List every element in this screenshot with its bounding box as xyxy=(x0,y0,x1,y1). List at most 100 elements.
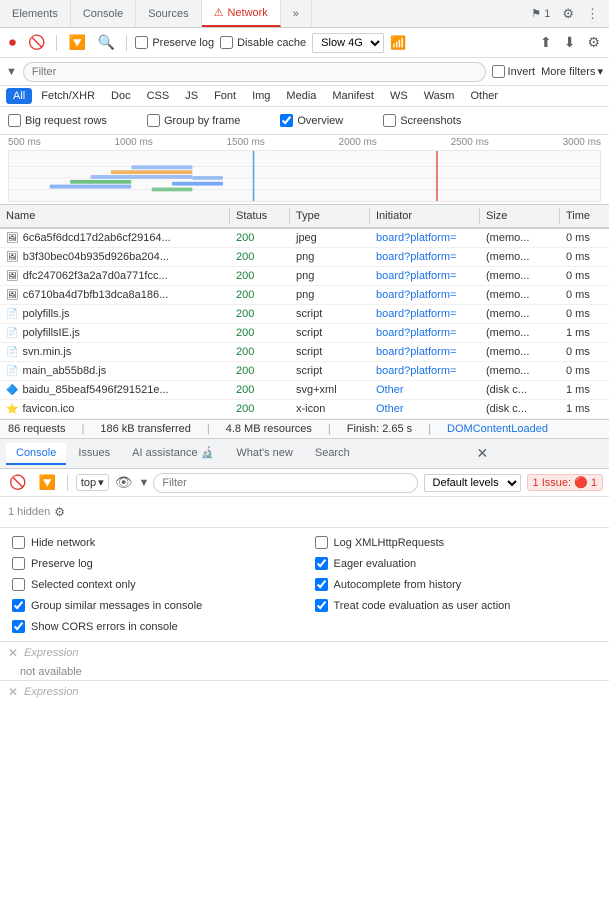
table-row[interactable]: ⭐ favicon.ico 200 x-icon Other (disk c..… xyxy=(0,400,609,419)
group-by-frame-checkbox[interactable] xyxy=(147,114,160,127)
overview-checkbox[interactable] xyxy=(280,114,293,127)
tab-elements[interactable]: Elements xyxy=(0,0,71,27)
col-status[interactable]: Status xyxy=(230,208,290,224)
filter-tab-img[interactable]: Img xyxy=(245,88,277,104)
record-button[interactable]: ⏺ xyxy=(6,32,19,53)
invert-checkbox[interactable] xyxy=(492,65,505,78)
setting-checkbox-8[interactable] xyxy=(12,620,25,633)
bottom-tab-issues[interactable]: Issues xyxy=(68,443,120,465)
big-request-rows-option[interactable]: Big request rows xyxy=(8,114,107,127)
tab-console[interactable]: Console xyxy=(71,0,136,27)
setting-checkbox-6[interactable] xyxy=(12,599,25,612)
table-row[interactable]: 🔷 baidu_85beaf5496f291521e... 200 svg+xm… xyxy=(0,381,609,400)
settings-icon[interactable]: ⚙ xyxy=(558,4,578,24)
levels-select[interactable]: Default levels xyxy=(424,474,521,492)
filter-tab-ws[interactable]: WS xyxy=(383,88,415,104)
table-row[interactable]: 📄 polyfillsIE.js 200 script board?platfo… xyxy=(0,324,609,343)
table-row[interactable]: 🖼 b3f30bec04b935d926ba204... 200 png boa… xyxy=(0,248,609,267)
bottom-tab-console[interactable]: Console xyxy=(6,443,66,465)
setting-item-1[interactable]: Log XMLHttpRequests xyxy=(315,534,598,551)
bottom-tab-ai-assistance-🔬[interactable]: AI assistance 🔬 xyxy=(122,442,224,465)
cell-status: 200 xyxy=(230,305,290,323)
col-size[interactable]: Size xyxy=(480,208,560,224)
setting-checkbox-5[interactable] xyxy=(315,578,328,591)
cell-time: 1 ms xyxy=(560,324,609,342)
screenshots-option[interactable]: Screenshots xyxy=(383,114,461,127)
filter-tab-media[interactable]: Media xyxy=(279,88,323,104)
setting-item-0[interactable]: Hide network xyxy=(12,534,295,551)
table-row[interactable]: 🖼 6c6a5f6dcd17d2ab6cf29164... 200 jpeg b… xyxy=(0,229,609,248)
group-by-frame-option[interactable]: Group by frame xyxy=(147,114,240,127)
download-button[interactable]: ⬇ xyxy=(561,32,579,53)
context-select[interactable]: top ▾ xyxy=(76,474,109,491)
console-filter-input[interactable] xyxy=(153,473,417,493)
network-settings-button[interactable]: ⚙ xyxy=(584,32,603,53)
filter-icon-btn[interactable]: 🔽 xyxy=(65,32,88,53)
col-initiator[interactable]: Initiator xyxy=(370,208,480,224)
setting-item-8[interactable]: Show CORS errors in console xyxy=(12,618,295,635)
filter-input[interactable] xyxy=(23,62,486,82)
time-label: 500 ms xyxy=(8,137,41,148)
bottom-tab-search[interactable]: Search xyxy=(305,443,360,465)
filter-tab-all[interactable]: All xyxy=(6,88,32,104)
close-panel-button[interactable]: ✕ xyxy=(362,443,603,464)
notification-icon[interactable]: ⚑ 1 xyxy=(527,5,554,22)
disable-cache-label[interactable]: Disable cache xyxy=(220,36,306,49)
setting-checkbox-1[interactable] xyxy=(315,536,328,549)
search-button[interactable]: 🔍 xyxy=(95,32,118,53)
more-options-icon[interactable]: ⋮ xyxy=(582,4,603,24)
overview-chart[interactable]: 500 ms1000 ms1500 ms2000 ms2500 ms3000 m… xyxy=(0,135,609,205)
table-row[interactable]: 📄 svn.min.js 200 script board?platform= … xyxy=(0,343,609,362)
tab-sources[interactable]: Sources xyxy=(136,0,201,27)
col-type[interactable]: Type xyxy=(290,208,370,224)
preserve-log-checkbox[interactable] xyxy=(135,36,148,49)
setting-checkbox-3[interactable] xyxy=(315,557,328,570)
filter-tab-fetch/xhr[interactable]: Fetch/XHR xyxy=(34,88,102,104)
cell-time: 0 ms xyxy=(560,286,609,304)
setting-item-5[interactable]: Autocomplete from history xyxy=(315,576,598,593)
col-time[interactable]: Time xyxy=(560,208,609,224)
upload-button[interactable]: ⬆ xyxy=(537,32,555,53)
clear-console-button[interactable]: 🚫 xyxy=(6,472,29,493)
filter-tab-js[interactable]: JS xyxy=(178,88,205,104)
setting-item-4[interactable]: Selected context only xyxy=(12,576,295,593)
setting-item-6[interactable]: Group similar messages in console xyxy=(12,597,295,614)
setting-checkbox-7[interactable] xyxy=(315,599,328,612)
more-filters-button[interactable]: More filters ▾ xyxy=(541,65,603,78)
disable-cache-checkbox[interactable] xyxy=(220,36,233,49)
filter-tab-other[interactable]: Other xyxy=(463,88,505,104)
tab-more[interactable]: » xyxy=(281,0,312,27)
clear-button[interactable]: 🚫 xyxy=(25,32,48,53)
filter-toolbar: ▼ Invert More filters ▾ xyxy=(0,58,609,86)
setting-item-3[interactable]: Eager evaluation xyxy=(315,555,598,572)
console-filter-toggle[interactable]: 🔽 xyxy=(35,472,58,493)
setting-checkbox-2[interactable] xyxy=(12,557,25,570)
overview-option[interactable]: Overview xyxy=(280,114,343,127)
throttle-select[interactable]: Slow 4G xyxy=(312,33,384,53)
filter-tab-manifest[interactable]: Manifest xyxy=(325,88,381,104)
filter-tab-font[interactable]: Font xyxy=(207,88,243,104)
eye-button[interactable]: 👁 xyxy=(115,474,133,491)
setting-item-2[interactable]: Preserve log xyxy=(12,555,295,572)
expression-2-close[interactable]: ✕ xyxy=(8,685,18,699)
hidden-settings-icon[interactable]: ⚙ xyxy=(54,505,65,519)
filter-tab-doc[interactable]: Doc xyxy=(104,88,138,104)
big-request-rows-checkbox[interactable] xyxy=(8,114,21,127)
setting-item-7[interactable]: Treat code evaluation as user action xyxy=(315,597,598,614)
table-row[interactable]: 📄 polyfills.js 200 script board?platform… xyxy=(0,305,609,324)
invert-label[interactable]: Invert xyxy=(492,65,536,78)
filter-tab-wasm[interactable]: Wasm xyxy=(417,88,462,104)
setting-checkbox-0[interactable] xyxy=(12,536,25,549)
tab-network[interactable]: ⚠Network xyxy=(202,0,281,27)
table-row[interactable]: 📄 main_ab55b8d.js 200 script board?platf… xyxy=(0,362,609,381)
setting-checkbox-4[interactable] xyxy=(12,578,25,591)
preserve-log-label[interactable]: Preserve log xyxy=(135,36,214,49)
screenshots-checkbox[interactable] xyxy=(383,114,396,127)
bottom-tab-what's-new[interactable]: What's new xyxy=(226,443,303,465)
table-row[interactable]: 🖼 dfc247062f3a2a7d0a771fcc... 200 png bo… xyxy=(0,267,609,286)
table-row[interactable]: 🖼 c6710ba4d7bfb13dca8a186... 200 png boa… xyxy=(0,286,609,305)
expression-1-close[interactable]: ✕ xyxy=(8,646,18,660)
filter-tab-css[interactable]: CSS xyxy=(140,88,177,104)
tab-spacer xyxy=(312,0,521,27)
col-name[interactable]: Name xyxy=(0,208,230,224)
